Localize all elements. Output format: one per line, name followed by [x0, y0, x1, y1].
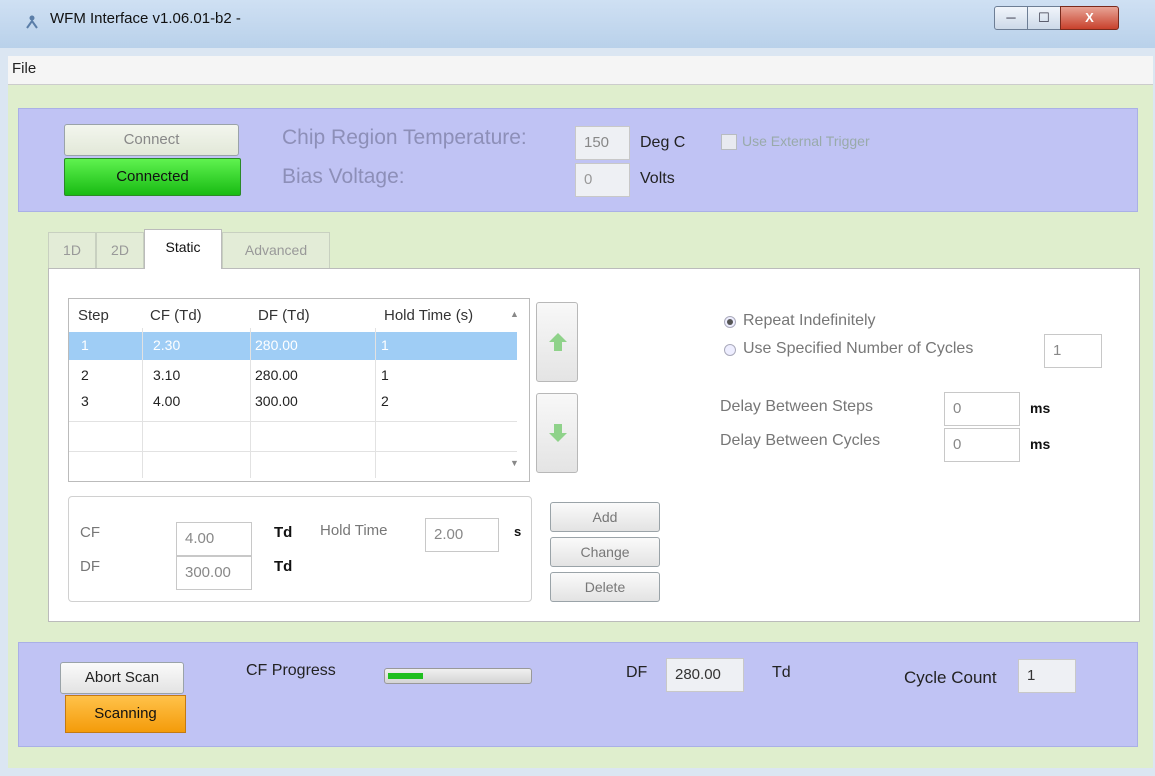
cell-step: 3: [81, 393, 89, 409]
bias-voltage-field[interactable]: 0: [575, 163, 630, 197]
scanning-indicator: Scanning: [65, 695, 186, 733]
repeat-indefinitely-radio[interactable]: [724, 316, 736, 328]
menu-file[interactable]: File: [12, 60, 36, 77]
cf-label: CF: [80, 524, 100, 541]
delay-steps-label: Delay Between Steps: [720, 398, 873, 415]
df-unit: Td: [274, 558, 293, 575]
minimize-button[interactable]: ─: [994, 6, 1028, 30]
df-label-bottom: DF: [626, 664, 648, 681]
app-icon: [24, 14, 40, 30]
cf-progress-fill: [388, 673, 423, 679]
connect-button[interactable]: Connect: [64, 124, 239, 156]
arrow-down-icon: [549, 424, 567, 442]
column-header-df[interactable]: DF (Td): [258, 307, 310, 324]
external-trigger-checkbox[interactable]: [721, 134, 737, 150]
scroll-up-icon[interactable]: ▲: [510, 309, 519, 319]
cf-progress-label: CF Progress: [246, 662, 336, 679]
df-unit-bottom: Td: [772, 664, 791, 681]
tab-static[interactable]: Static: [144, 229, 222, 269]
abort-scan-button[interactable]: Abort Scan: [60, 662, 184, 694]
voltage-unit: Volts: [640, 170, 675, 187]
delay-steps-input[interactable]: 0: [944, 392, 1020, 426]
cf-input[interactable]: 4.00: [176, 522, 252, 556]
specified-cycles-radio[interactable]: [724, 344, 736, 356]
menu-bar: File: [8, 56, 1153, 85]
cf-unit: Td: [274, 524, 293, 541]
row-divider: [69, 451, 517, 452]
cell-hold: 1: [381, 367, 389, 383]
column-header-cf[interactable]: CF (Td): [150, 307, 202, 324]
scroll-down-icon[interactable]: ▼: [510, 458, 519, 468]
df-label: DF: [80, 558, 100, 575]
hold-time-label: Hold Time: [320, 522, 388, 539]
cell-step: 1: [81, 337, 89, 353]
move-up-button[interactable]: [536, 302, 578, 382]
chip-temperature-field[interactable]: 150: [575, 126, 630, 160]
cf-progress-bar: [384, 668, 532, 684]
cycle-count-field: 1: [1018, 659, 1076, 693]
change-button[interactable]: Change: [550, 537, 660, 567]
column-divider: [142, 328, 143, 478]
cell-cf: 2.30: [153, 337, 181, 353]
close-button[interactable]: X: [1060, 6, 1119, 30]
tab-1d[interactable]: 1D: [48, 232, 96, 268]
delay-cycles-input[interactable]: 0: [944, 428, 1020, 462]
window-title: WFM Interface v1.06.01-b2 -: [50, 10, 241, 27]
repeat-indefinitely-label: Repeat Indefinitely: [743, 312, 876, 329]
external-trigger-label: Use External Trigger: [742, 133, 870, 149]
scan-status-panel: [18, 642, 1138, 747]
table-row[interactable]: 1 2.30 280.00 1: [69, 332, 517, 360]
tab-advanced[interactable]: Advanced: [222, 232, 330, 268]
row-divider: [69, 421, 517, 422]
df-input[interactable]: 300.00: [176, 556, 252, 590]
delay-steps-unit: ms: [1030, 400, 1051, 416]
cell-hold: 1: [381, 337, 389, 353]
delay-cycles-unit: ms: [1030, 436, 1051, 452]
table-row[interactable]: 3 4.00 300.00 2: [69, 388, 517, 416]
move-down-button[interactable]: [536, 393, 578, 473]
table-row[interactable]: 2 3.10 280.00 1: [69, 362, 517, 390]
specified-cycles-label: Use Specified Number of Cycles: [743, 340, 974, 357]
delete-button[interactable]: Delete: [550, 572, 660, 602]
bias-voltage-label: Bias Voltage:: [282, 165, 405, 188]
hold-time-unit: s: [514, 524, 522, 539]
column-divider: [250, 328, 251, 478]
temperature-unit: Deg C: [640, 134, 686, 151]
tab-2d[interactable]: 2D: [96, 232, 144, 268]
cell-df: 280.00: [255, 337, 298, 353]
column-header-step[interactable]: Step: [78, 307, 109, 324]
maximize-button[interactable]: ☐: [1027, 6, 1061, 30]
cycles-input[interactable]: 1: [1044, 334, 1102, 368]
cell-step: 2: [81, 367, 89, 383]
cycle-count-label: Cycle Count: [904, 668, 997, 687]
hold-time-input[interactable]: 2.00: [425, 518, 499, 552]
column-header-hold-time[interactable]: Hold Time (s): [384, 307, 473, 324]
arrow-up-icon: [549, 333, 567, 351]
connected-indicator: Connected: [64, 158, 241, 196]
cell-cf: 3.10: [153, 367, 181, 383]
cell-df: 300.00: [255, 393, 298, 409]
cell-hold: 2: [381, 393, 389, 409]
df-value-field: 280.00: [666, 658, 744, 692]
chip-temperature-label: Chip Region Temperature:: [282, 126, 527, 149]
cell-cf: 4.00: [153, 393, 181, 409]
cell-df: 280.00: [255, 367, 298, 383]
delay-cycles-label: Delay Between Cycles: [720, 432, 881, 449]
add-button[interactable]: Add: [550, 502, 660, 532]
column-divider: [375, 328, 376, 478]
